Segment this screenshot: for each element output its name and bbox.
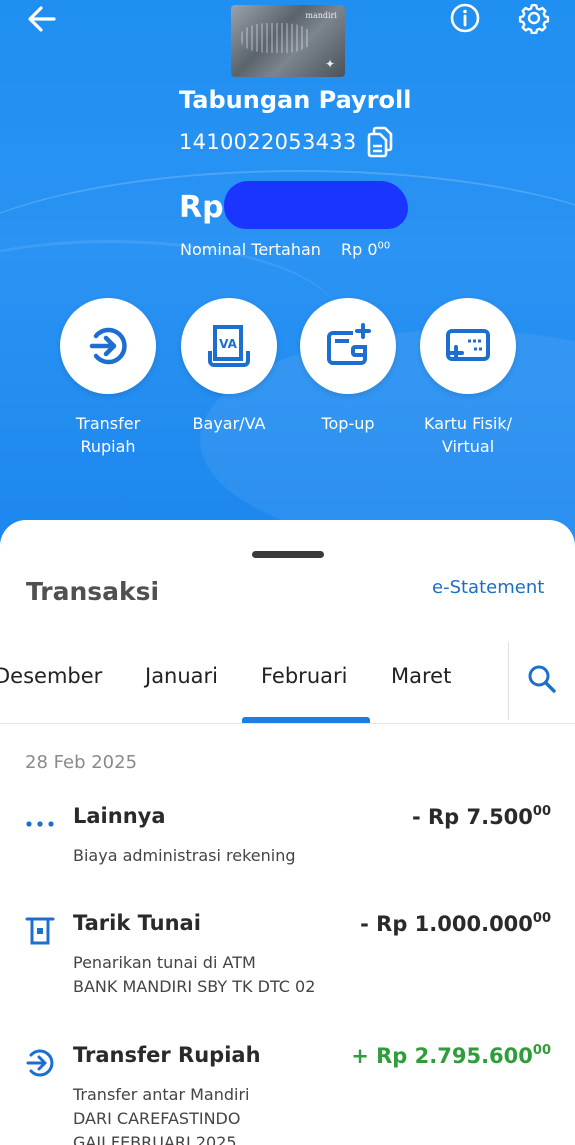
action-label: Transfer Rupiah (75, 414, 141, 456)
action-label: Kartu Fisik/ Virtual (423, 414, 512, 456)
action-label: Bayar/VA (192, 414, 266, 433)
transaction-title: Tarik Tunai (73, 911, 201, 935)
wallet-topup-icon (327, 323, 371, 365)
card-map-pattern (241, 23, 311, 53)
tab-februari[interactable]: Februari (261, 664, 347, 688)
transfer-icon (24, 1047, 56, 1079)
search-icon[interactable] (527, 664, 557, 694)
transaction-amount: + Rp 2.795.60000 (351, 1043, 551, 1068)
transfer-icon (89, 327, 127, 365)
card-bird-icon: ✦ (324, 57, 335, 71)
description-line: DARI CAREFASTINDO (73, 1109, 241, 1128)
account-header: mandiri ✦ Tabungan Payroll 1410022053433… (0, 0, 575, 560)
bayar-va-button[interactable]: VA Bayar/VA (169, 298, 289, 435)
tab-januari[interactable]: Januari (145, 664, 218, 688)
description-line: Transfer antar Mandiri (73, 1085, 250, 1104)
transaction-description: Biaya administrasi rekening (73, 844, 296, 868)
kartu-fisik-virtual-button[interactable]: Kartu Fisik/ Virtual (408, 298, 528, 458)
account-name: Tabungan Payroll (179, 86, 412, 114)
action-circle (420, 298, 516, 394)
selected-tab-indicator (242, 717, 370, 723)
copy-icon[interactable] (365, 126, 395, 158)
more-dots-icon (24, 808, 56, 840)
month-tabs: Desember Januari Februari Maret (0, 640, 575, 724)
action-circle (60, 298, 156, 394)
action-circle: VA (181, 298, 277, 394)
action-circle (300, 298, 396, 394)
transactions-sheet: Transaksi e-Statement Desember Januari F… (0, 520, 575, 1145)
atm-icon (24, 915, 56, 947)
info-icon[interactable] (450, 3, 480, 33)
divider (508, 642, 509, 720)
date-heading: 28 Feb 2025 (25, 752, 138, 773)
action-label: Top-up (321, 414, 375, 433)
transaction-description: Penarikan tunai di ATM BANK MANDIRI SBY … (73, 951, 315, 999)
description-line: Penarikan tunai di ATM (73, 953, 256, 972)
transfer-rupiah-button[interactable]: Transfer Rupiah (48, 298, 168, 458)
svg-text:VA: VA (219, 337, 237, 351)
tab-maret[interactable]: Maret (391, 664, 451, 688)
transactions-title: Transaksi (26, 577, 160, 606)
e-statement-link[interactable]: e-Statement (432, 577, 544, 598)
transaction-title: Lainnya (73, 804, 166, 828)
card-brand-logo: mandiri (305, 11, 337, 20)
transaction-description: Transfer antar Mandiri DARI CAREFASTINDO… (73, 1083, 249, 1145)
tab-desember[interactable]: Desember (0, 664, 102, 688)
back-arrow-icon[interactable] (26, 4, 58, 34)
debit-card-image: mandiri ✦ (231, 5, 345, 77)
transaction-amount: - Rp 7.50000 (411, 804, 551, 829)
account-number: 1410022053433 (179, 130, 357, 154)
description-line: Biaya administrasi rekening (73, 846, 296, 865)
top-up-button[interactable]: Top-up (288, 298, 408, 435)
description-line: GAJI FEBRUARI 2025 (73, 1133, 237, 1145)
transaction-amount: - Rp 1.000.00000 (360, 911, 551, 936)
sheet-drag-handle[interactable] (252, 551, 324, 558)
va-bill-icon: VA (208, 325, 250, 367)
transaction-title: Transfer Rupiah (73, 1043, 261, 1067)
held-amount-value: Rp 000 (341, 240, 391, 259)
held-amount-label: Nominal Tertahan (180, 240, 321, 259)
description-line: BANK MANDIRI SBY TK DTC 02 (73, 977, 316, 996)
gear-icon[interactable] (518, 2, 550, 35)
balance-currency: Rp (179, 190, 224, 225)
card-icon (446, 329, 490, 361)
balance-redaction-mask (224, 181, 408, 229)
